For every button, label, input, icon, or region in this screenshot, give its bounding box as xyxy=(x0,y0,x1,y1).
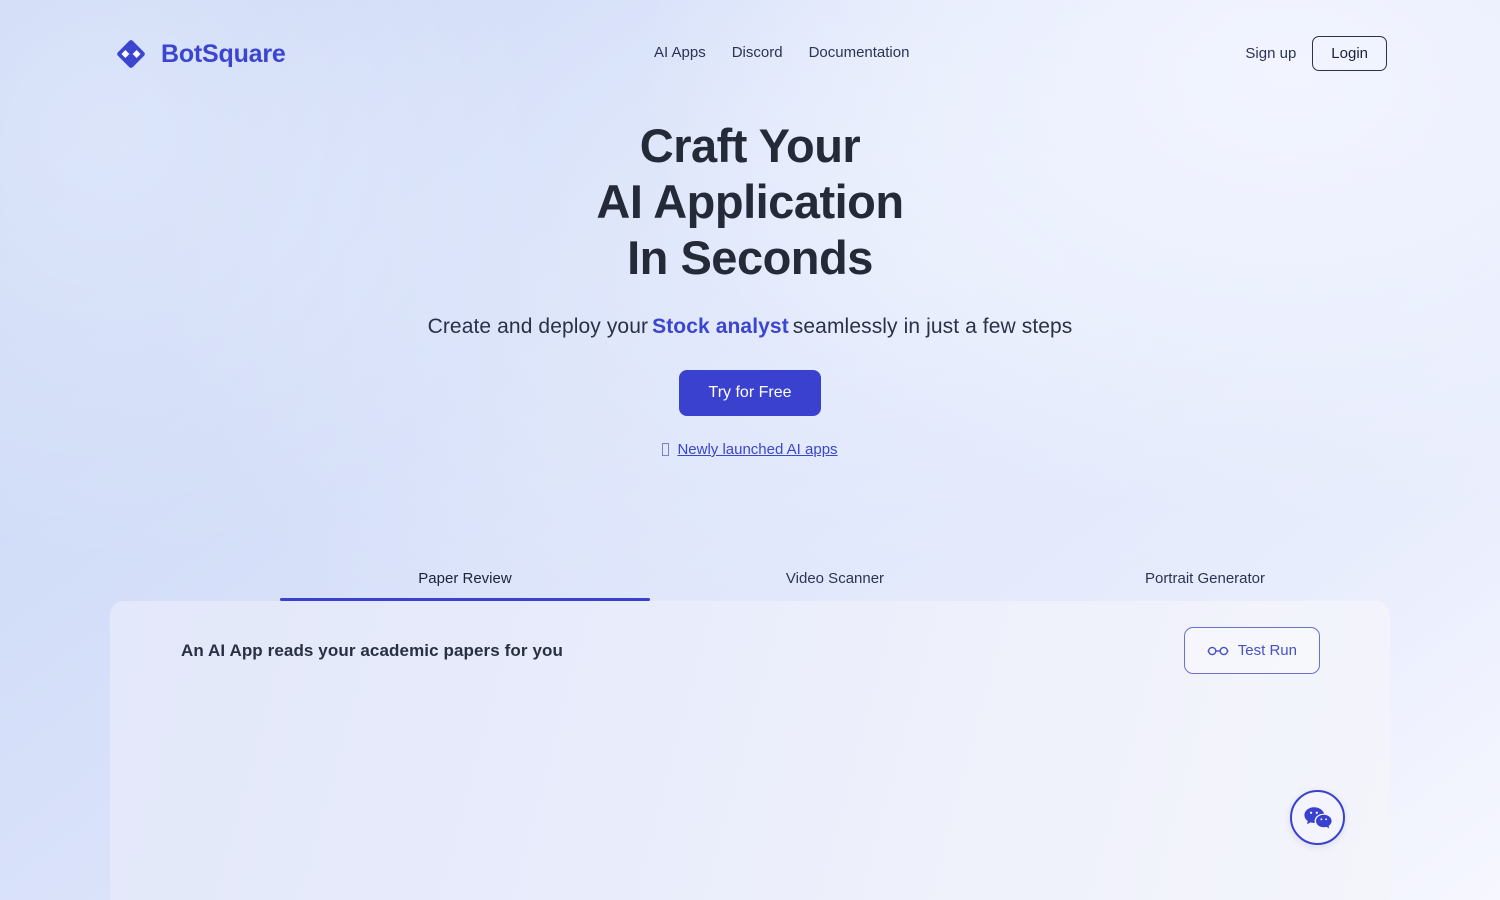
tab-video-scanner[interactable]: Video Scanner xyxy=(650,556,1020,601)
nav-item-ai-apps[interactable]: AI Apps xyxy=(654,44,706,61)
hero-section: Craft Your AI Application In Seconds Cre… xyxy=(0,118,1500,461)
hero-subtitle: Create and deploy your Stock analyst seaml… xyxy=(0,315,1500,339)
diamond-logo-icon xyxy=(117,40,145,68)
login-button[interactable]: Login xyxy=(1312,36,1387,71)
hero-subtitle-prefix: Create and deploy your xyxy=(427,315,649,338)
test-run-button[interactable]: Test Run xyxy=(1183,627,1320,674)
builder-preview-panel: An AI App reads your academic papers for… xyxy=(110,601,1390,900)
test-run-label: Test Run xyxy=(1237,642,1297,659)
page-title: Craft Your AI Application In Seconds xyxy=(0,118,1500,286)
showcase-tabs: Paper Review Video Scanner Portrait Gene… xyxy=(280,556,1390,601)
hero-title-line-3: In Seconds xyxy=(627,231,873,284)
hero-subtitle-accent: Stock analyst xyxy=(652,315,789,338)
nav-item-discord[interactable]: Discord xyxy=(732,44,783,61)
auth-actions: Sign up Login xyxy=(1245,36,1387,71)
wechat-floating-button[interactable] xyxy=(1290,790,1345,845)
wechat-icon xyxy=(1303,806,1332,828)
nav-item-documentation[interactable]: Documentation xyxy=(809,44,910,61)
try-for-free-button[interactable]: Try for Free xyxy=(678,370,822,416)
hero-title-line-2: AI Application xyxy=(596,175,904,228)
hero-cta-wrap: Try for Free xyxy=(0,370,1500,416)
panel-title: An AI App reads your academic papers for… xyxy=(181,641,563,660)
hero-title-line-1: Craft Your xyxy=(639,119,861,172)
tab-portrait-generator[interactable]: Portrait Generator xyxy=(1020,556,1390,601)
brand-name: BotSquare xyxy=(161,39,286,68)
glasses-icon xyxy=(1207,646,1229,655)
hero-subtitle-suffix: seamlessly in just a few steps xyxy=(792,315,1073,338)
missing-glyph-box-icon xyxy=(662,443,670,456)
newly-launched-banner: Newly launched AI apps xyxy=(662,441,838,458)
brand-logo[interactable]: BotSquare xyxy=(113,36,286,72)
main-nav: AI Apps Discord Documentation xyxy=(654,44,909,61)
tab-paper-review[interactable]: Paper Review xyxy=(280,556,650,601)
landing-page: BotSquare AI Apps Discord Documentation … xyxy=(0,0,1500,900)
sign-up-link[interactable]: Sign up xyxy=(1245,45,1296,62)
newly-launched-ai-apps-link[interactable]: Newly launched AI apps xyxy=(677,441,837,458)
site-header: BotSquare AI Apps Discord Documentation … xyxy=(0,0,1500,108)
